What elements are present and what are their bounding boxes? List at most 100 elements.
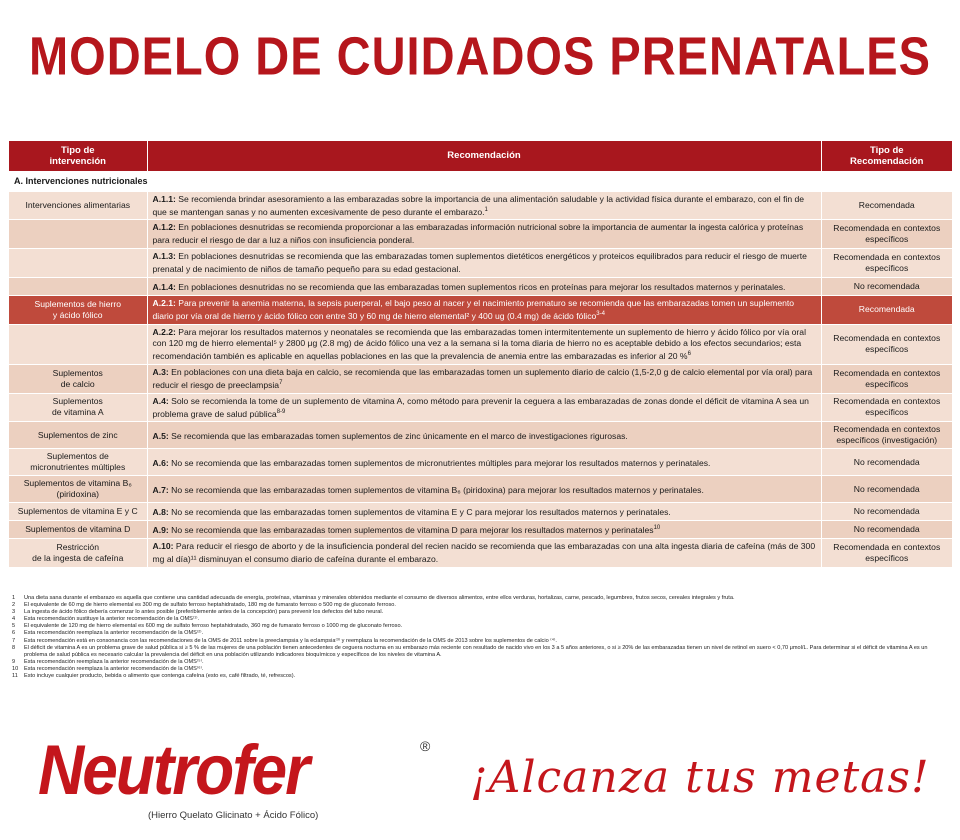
footnote: 6 Esta recomendación reemplaza la anterio… — [12, 630, 952, 637]
footnotes: 1 Una dieta sana durante el embarazo es a… — [12, 595, 952, 680]
recommendation-type-cell: Recomendada en contextos específicos (inv… — [821, 421, 952, 449]
recommendation-code: A.6: — [152, 457, 169, 468]
intervention-type-line1: Suplementos — [52, 367, 103, 378]
footnote-number: 5 — [12, 623, 16, 630]
recommendation-type-line1: No recomendada — [853, 456, 920, 467]
footnote: 2 El equivalente de 60 mg de hierro eleme… — [12, 602, 952, 609]
recommendation-footnote-ref: 7 — [279, 379, 283, 386]
header-type-line1: Tipo de — [60, 144, 95, 156]
footnote: 1 Una dieta sana durante el embarazo es a… — [12, 595, 952, 602]
table-row: A.1.3: En poblaciones desnutridas se rec… — [9, 248, 952, 278]
recommendation-text: Se recomienda brindar asesoramiento a la… — [152, 193, 805, 217]
footnote-number: 3 — [12, 609, 16, 616]
brand-logo: Neutrofer — [38, 730, 310, 810]
header-intervention-type: Tipo de intervención — [9, 141, 148, 171]
footnote-number: 6 — [12, 630, 16, 637]
recommendation-code: A.8: — [152, 507, 169, 518]
footnote: 7 Esta recomendación está en consonancia … — [12, 638, 952, 645]
page-title: MODELO DE CUIDADOS PRENATALES — [28, 25, 931, 86]
recommendation-code: A.2.1: — [152, 297, 176, 308]
intervention-type-cell: Suplementos de hierro y ácido fólico — [9, 294, 147, 325]
recommendation-type-line1: No recomendada — [853, 506, 920, 517]
recommendation-code: A.9: — [152, 525, 169, 536]
recommendation-type-cell: No recomendada — [821, 520, 952, 539]
intervention-type-line1: Suplementos de vitamina B₆ — [23, 478, 132, 489]
intervention-type-cell: Suplementos de micronutrientes múltiples — [9, 448, 147, 476]
recommendation-type-line2: específicos — [865, 344, 909, 355]
recommendation-cell: A.5: Se recomienda que las embarazadas t… — [146, 421, 822, 449]
footnote-number: 11 — [12, 673, 18, 680]
table-row: Suplementos de micronutrientes múltiples A… — [9, 448, 952, 476]
recommendation-code: A.3: — [152, 366, 169, 377]
recommendation-cell: A.8: No se recomienda que las embarazada… — [146, 502, 822, 521]
recommendation-type-line2: específicos (investigación) — [836, 435, 938, 446]
recommendation-cell: A.3: En poblaciones con una dieta baja e… — [146, 363, 822, 394]
recommendation-type-line1: Recomendada en contextos — [833, 424, 941, 435]
footnote: 9 Esta recomendación reemplaza la anterio… — [12, 659, 952, 666]
recommendation-type-cell: Recomendada — [821, 294, 952, 325]
recommendation-type-line1: Recomendada en contextos — [833, 367, 941, 378]
recommendation-type-cell: Recomendada en contextos específicos — [821, 363, 952, 394]
intervention-type-cell: Suplementos de vitamina A — [9, 392, 147, 422]
recommendations-table-wrap: Tipo de intervención Recomendación Tipo … — [9, 141, 952, 567]
table-row: Suplementos de vitamina A A.4: Solo se rec… — [9, 392, 952, 422]
recommendation-text: No se recomienda que las embarazadas tom… — [171, 484, 704, 495]
recommendation-code: A.1.3: — [152, 251, 176, 262]
recommendation-cell: A.1.4: En poblaciones desnutridas no se … — [146, 277, 822, 296]
footnote-number: 1 — [12, 595, 16, 601]
intervention-type-cell — [9, 277, 147, 296]
footnote-text: Esta recomendación reemplaza la anterior… — [24, 665, 204, 672]
recommendation-cell: A.1.1: Se recomienda brindar asesoramien… — [146, 190, 822, 220]
intervention-type-line2: y ácido fólico — [52, 309, 103, 320]
table-header-row: Tipo de intervención Recomendación Tipo … — [9, 141, 952, 171]
footnote-text: Una dieta sana durante el embarazo es aq… — [24, 595, 735, 601]
footnote-text: Esto incluye cualquier producto, bebida … — [24, 673, 296, 680]
brand-block: Neutrofer ® (Hierro Quelato Glicinato + … — [38, 730, 430, 821]
table-row: A.1.2: En poblaciones desnutridas se rec… — [9, 219, 952, 249]
intervention-type-line2: (piridoxina) — [56, 489, 99, 500]
intervention-type-line2: de la ingesta de cafeína — [32, 553, 124, 564]
recommendation-type-line1: Recomendada — [858, 199, 915, 210]
section-title: A. Intervenciones nutricionales — [9, 170, 952, 191]
intervention-type-cell: Suplementos de vitamina E y C — [9, 502, 147, 521]
registered-mark: ® — [420, 738, 431, 754]
recommendation-text: Se recomienda que las embarazadas tomen … — [171, 430, 628, 441]
intervention-type-line1: Suplementos — [52, 396, 103, 407]
intervention-type-line1: Suplementos de zinc — [37, 429, 118, 440]
recommendation-cell: A.2.2: Para mejorar los resultados mater… — [146, 323, 822, 365]
recommendation-code: A.4: — [152, 395, 169, 406]
brand-subtitle: (Hierro Quelato Glicinato + Ácido Fólico… — [148, 810, 319, 821]
intervention-type-line1: Intervenciones alimentarias — [25, 199, 131, 210]
recommendation-type-line1: Recomendada en contextos — [833, 223, 941, 234]
footnote-text: El equivalente de 60 mg de hierro elemen… — [24, 602, 396, 609]
recommendation-code: A.7: — [152, 484, 169, 495]
recommendation-type-line2: específicos — [865, 378, 909, 389]
recommendation-footnote-ref: 8-9 — [276, 408, 286, 415]
recommendation-type-cell: Recomendada en contextos específicos — [821, 323, 952, 365]
recommendation-code: A.2.2: — [152, 326, 176, 337]
intervention-type-cell: Suplementos de zinc — [9, 421, 147, 449]
recommendation-cell: A.10: Para reducir el riesgo de aborto y… — [146, 538, 822, 567]
footnote-text: Esta recomendación reemplaza la anterior… — [24, 658, 204, 665]
recommendation-code: A.1.4: — [152, 281, 176, 292]
intervention-type-cell — [9, 219, 147, 249]
recommendation-text: En poblaciones con una dieta baja en cal… — [152, 366, 813, 390]
recommendation-type-cell: No recomendada — [821, 475, 952, 503]
intervention-type-line1: Suplementos de vitamina D — [25, 524, 131, 535]
recommendation-type-line1: No recomendada — [853, 483, 920, 494]
intervention-type-line2: de calcio — [60, 378, 95, 389]
header-recommendation-type: Tipo de Recomendación — [821, 141, 952, 171]
recommendation-text: Solo se recomienda la tome de un supleme… — [152, 395, 809, 419]
footnote-text: Esta recomendación sustituye la anterior… — [24, 616, 199, 623]
recommendation-text: Para prevenir la anemia materna, la seps… — [152, 297, 795, 321]
recommendation-footnote-ref: 10 — [653, 525, 661, 532]
recommendation-type-cell: No recomendada — [821, 448, 952, 476]
recommendation-cell: A.4: Solo se recomienda la tome de un su… — [146, 392, 822, 422]
intervention-type-line1: Restricción — [56, 542, 99, 553]
recommendation-text: No se recomienda que las embarazadas tom… — [171, 507, 671, 518]
recommendation-code: A.1.2: — [152, 222, 176, 233]
intervention-type-line1: Suplementos de hierro — [34, 298, 121, 309]
table-row: Restricción de la ingesta de cafeína A.10:… — [9, 538, 952, 567]
recommendation-text: En poblaciones desnutridas no se recomie… — [178, 281, 786, 292]
recommendation-type-line1: Recomendada — [858, 304, 915, 315]
